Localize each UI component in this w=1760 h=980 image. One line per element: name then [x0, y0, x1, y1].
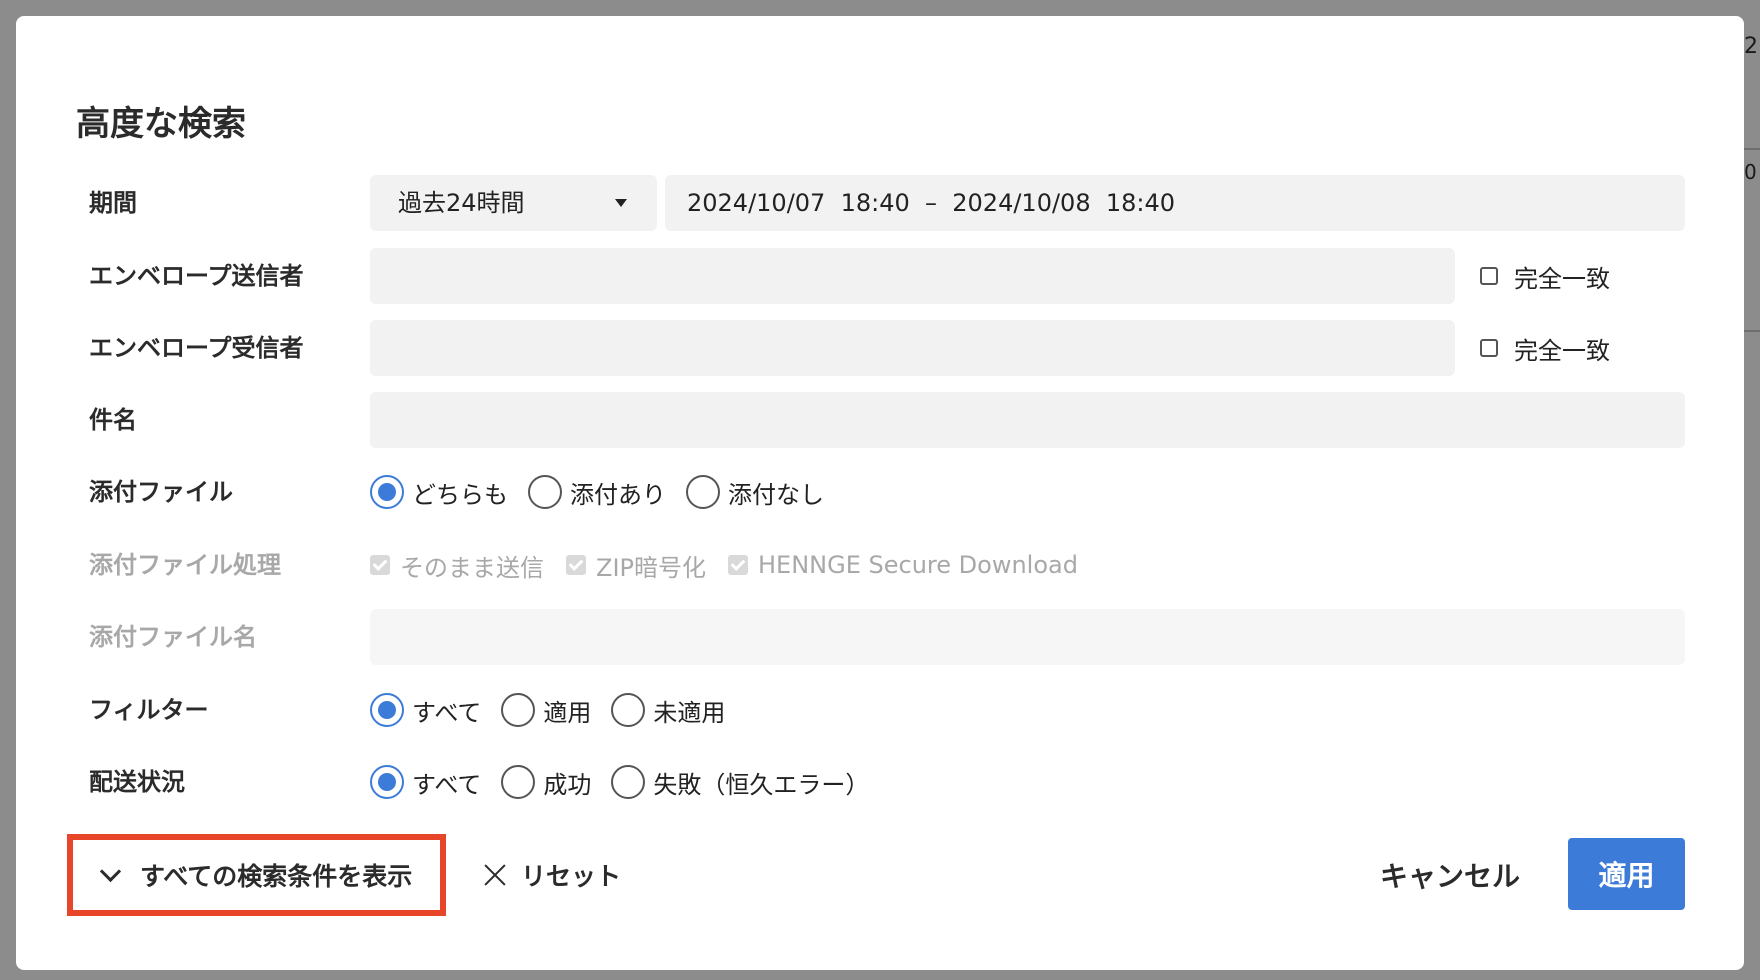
envelope-sender-input[interactable] — [370, 248, 1455, 304]
checkbox-label: HENNGE Secure Download — [758, 551, 1078, 579]
envelope-sender-exact-match[interactable]: 完全一致 — [1480, 248, 1610, 304]
reset-button[interactable]: リセット — [483, 852, 621, 898]
envelope-recipient-input[interactable] — [370, 320, 1455, 376]
filter-option-not-applied[interactable]: 未適用 — [611, 693, 725, 728]
radio-label: すべて — [412, 770, 482, 799]
backdrop-text-right-1: 2 — [1744, 34, 1758, 59]
filter-radio-group: すべて 適用 未適用 — [370, 682, 745, 738]
checkbox-label: そのまま送信 — [400, 553, 544, 582]
radio-button[interactable] — [686, 475, 720, 509]
processing-option-zip: ZIP暗号化 — [566, 548, 706, 583]
delivery-option-failure[interactable]: 失敗（恒久エラー） — [611, 765, 869, 800]
attachment-processing-row: 添付ファイル処理 そのまま送信 ZIP暗号化 HENNGE Secure Dow… — [16, 537, 1744, 593]
attachment-option-with[interactable]: 添付あり — [528, 475, 666, 510]
radio-button[interactable] — [611, 693, 646, 727]
exact-match-checkbox[interactable] — [1480, 267, 1498, 285]
show-all-conditions-label: すべての検索条件を表示 — [140, 862, 413, 891]
attachment-name-row: 添付ファイル名 — [16, 609, 1744, 665]
radio-button[interactable] — [528, 475, 562, 509]
attachment-radio-group: どちらも 添付あり 添付なし — [370, 464, 844, 520]
radio-label: 適用 — [543, 698, 592, 727]
date-range-field[interactable]: 2024/10/07 18:40 – 2024/10/08 18:40 — [665, 175, 1685, 231]
delivery-option-success[interactable]: 成功 — [501, 765, 591, 800]
envelope-recipient-label: エンベロープ受信者 — [89, 334, 304, 362]
apply-button[interactable]: 適用 — [1568, 838, 1685, 910]
attachment-name-label: 添付ファイル名 — [89, 623, 257, 651]
delivery-option-all[interactable]: すべて — [370, 765, 481, 800]
attachment-option-without[interactable]: 添付なし — [686, 475, 824, 510]
cancel-button[interactable]: キャンセル — [1380, 852, 1520, 898]
radio-label: 添付あり — [570, 480, 666, 509]
chevron-down-icon — [99, 860, 122, 882]
period-label: 期間 — [89, 189, 137, 217]
radio-button[interactable] — [501, 693, 536, 727]
close-icon — [483, 863, 507, 887]
filter-option-applied[interactable]: 適用 — [501, 693, 591, 728]
attachment-processing-checkbox-group: そのまま送信 ZIP暗号化 HENNGE Secure Download — [370, 537, 1100, 593]
envelope-recipient-row: エンベロープ受信者 完全一致 — [16, 320, 1744, 376]
disabled-checkbox — [728, 555, 748, 575]
radio-label: どちらも — [412, 480, 508, 509]
filter-label: フィルター — [89, 696, 209, 724]
filter-option-all[interactable]: すべて — [370, 693, 481, 728]
radio-label: 成功 — [543, 770, 592, 799]
disabled-checkbox — [370, 555, 390, 575]
reset-label: リセット — [521, 862, 622, 891]
radio-label: 失敗（恒久エラー） — [653, 770, 870, 799]
exact-match-checkbox[interactable] — [1480, 339, 1498, 357]
advanced-search-dialog: 高度な検索 期間 過去24時間 2024/10/07 18:40 – 2024/… — [16, 16, 1744, 970]
subject-input[interactable] — [370, 392, 1685, 448]
exact-match-label: 完全一致 — [1514, 264, 1610, 293]
attachment-processing-label: 添付ファイル処理 — [89, 551, 281, 579]
caret-down-icon — [615, 199, 627, 207]
subject-label: 件名 — [89, 406, 137, 434]
subject-row: 件名 — [16, 392, 1744, 448]
radio-label: すべて — [412, 698, 482, 727]
radio-button[interactable] — [501, 765, 536, 799]
delivery-status-row: 配送状況 すべて 成功 失敗（恒久エラー） — [16, 754, 1744, 810]
radio-button-selected[interactable] — [370, 765, 404, 799]
radio-label: 添付なし — [728, 480, 824, 509]
period-row: 期間 過去24時間 2024/10/07 18:40 – 2024/10/08 … — [16, 175, 1744, 231]
filter-row: フィルター すべて 適用 未適用 — [16, 682, 1744, 738]
attachment-name-input — [370, 609, 1685, 665]
radio-button-selected[interactable] — [370, 475, 404, 509]
backdrop-text-right-2: 0 — [1744, 160, 1757, 184]
envelope-sender-label: エンベロープ送信者 — [89, 262, 304, 290]
processing-option-secure-download: HENNGE Secure Download — [728, 551, 1078, 579]
period-preset-value: 過去24時間 — [398, 189, 525, 217]
radio-button-selected[interactable] — [370, 693, 404, 727]
disabled-checkbox — [566, 555, 586, 575]
checkbox-label: ZIP暗号化 — [596, 553, 706, 582]
envelope-sender-row: エンベロープ送信者 完全一致 — [16, 248, 1744, 304]
attachment-row: 添付ファイル どちらも 添付あり 添付なし — [16, 464, 1744, 520]
period-preset-select[interactable]: 過去24時間 — [370, 175, 657, 231]
envelope-recipient-exact-match[interactable]: 完全一致 — [1480, 320, 1610, 376]
attachment-option-either[interactable]: どちらも — [370, 475, 508, 510]
delivery-status-radio-group: すべて 成功 失敗（恒久エラー） — [370, 754, 889, 810]
dialog-title: 高度な検索 — [76, 104, 246, 144]
processing-option-send-as-is: そのまま送信 — [370, 548, 544, 583]
show-all-conditions-button[interactable]: すべての検索条件を表示 — [67, 834, 446, 916]
radio-label: 未適用 — [653, 698, 726, 727]
radio-button[interactable] — [611, 765, 646, 799]
exact-match-label: 完全一致 — [1514, 336, 1610, 365]
delivery-status-label: 配送状況 — [89, 768, 185, 796]
attachment-label: 添付ファイル — [89, 478, 233, 506]
